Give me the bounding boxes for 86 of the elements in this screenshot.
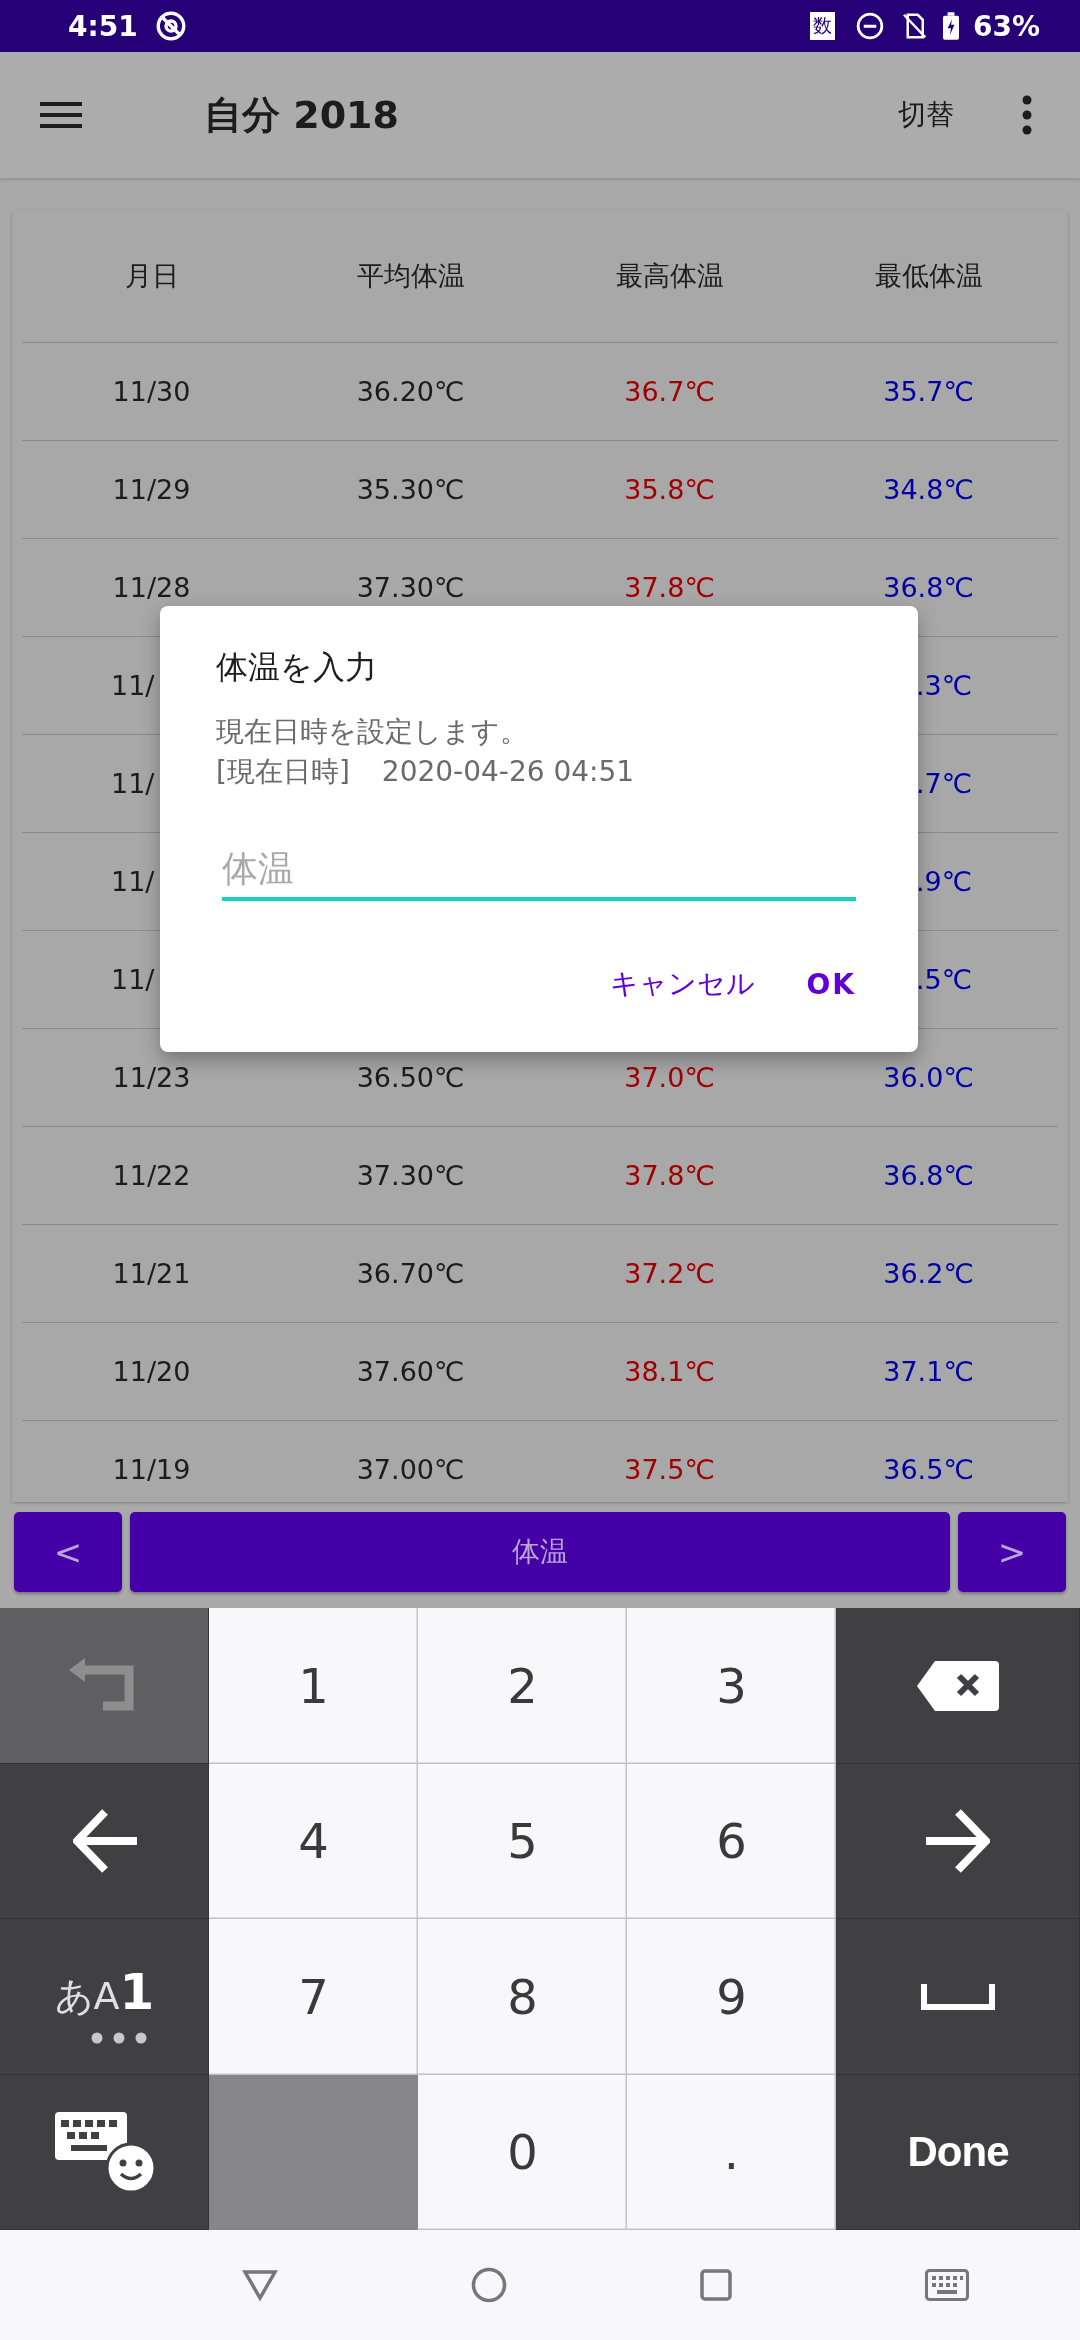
column-header: 月日 bbox=[123, 259, 180, 293]
table-cell: .5℃ bbox=[915, 964, 972, 995]
table-cell-text: 35.7℃ bbox=[882, 376, 975, 407]
ok-button[interactable]: OK bbox=[802, 959, 860, 1009]
table-cell-text: 37.1℃ bbox=[882, 1356, 975, 1387]
table-cell-text: 37.60℃ bbox=[355, 1356, 466, 1387]
keyboard-emoji-icon[interactable] bbox=[54, 2112, 155, 2193]
table-cell-text: 36.20℃ bbox=[355, 376, 466, 407]
dialog-message: 現在日時を設定します。 bbox=[216, 714, 529, 750]
switch-button[interactable]: 切替 bbox=[890, 88, 962, 142]
table-cell-text: 36.5℃ bbox=[882, 1454, 975, 1485]
app-title: 自分 2018 bbox=[204, 91, 399, 139]
table-cell: 11/ bbox=[111, 866, 155, 897]
digit-key[interactable]: 0 bbox=[487, 2120, 558, 2185]
digit-key[interactable]: 7 bbox=[278, 1964, 349, 2029]
table-cell: .3℃ bbox=[915, 670, 972, 701]
datetime-value: 2020-04-26 04:51 bbox=[381, 754, 635, 790]
input-mode-key[interactable]: あA1 bbox=[0, 1919, 209, 2075]
digit-key[interactable]: 6 bbox=[696, 1809, 767, 1874]
space-icon[interactable] bbox=[921, 1983, 995, 2010]
left-arrow-icon[interactable] bbox=[72, 1808, 137, 1875]
keyboard-icon[interactable] bbox=[924, 2269, 969, 2301]
table-cell-text: 11/30 bbox=[111, 376, 192, 407]
column-header: 最低体温 bbox=[873, 259, 984, 293]
table-cell: 11/ bbox=[111, 670, 155, 701]
more-options-icon[interactable] bbox=[1022, 95, 1032, 135]
digit-key[interactable]: . bbox=[703, 2120, 760, 2185]
table-cell-text: 37.2℃ bbox=[623, 1258, 716, 1289]
table-cell-text: 36.2℃ bbox=[882, 1258, 975, 1289]
done-key[interactable]: Done bbox=[836, 2074, 1080, 2230]
next-button[interactable]: > bbox=[958, 1512, 1066, 1592]
temperature-input[interactable]: 体温 bbox=[222, 842, 856, 901]
digit-key[interactable]: 4 bbox=[278, 1809, 349, 1874]
table-cell-text: 38.1℃ bbox=[623, 1356, 716, 1387]
table-cell-text: 37.8℃ bbox=[623, 1160, 716, 1191]
back-icon[interactable] bbox=[241, 2269, 278, 2301]
input-mode-badge: 数 bbox=[809, 12, 835, 40]
digit-key[interactable]: 1 bbox=[278, 1653, 349, 1718]
table-cell-text: 35.8℃ bbox=[623, 474, 716, 505]
dialog-title: 体温を入力 bbox=[216, 647, 378, 688]
metric-button[interactable]: 体温 bbox=[130, 1512, 950, 1592]
table-cell-text: 11/20 bbox=[111, 1356, 192, 1387]
table-cell-text: 36.8℃ bbox=[882, 1160, 975, 1191]
recents-icon[interactable] bbox=[699, 2269, 732, 2301]
column-header: 平均体温 bbox=[355, 259, 466, 293]
table-cell-text: 34.8℃ bbox=[882, 474, 975, 505]
table-cell-text: 35.30℃ bbox=[355, 474, 466, 505]
table-cell-text: 37.30℃ bbox=[355, 572, 466, 603]
table-cell-text: 11/21 bbox=[111, 1258, 192, 1289]
table-cell-text: 37.5℃ bbox=[623, 1454, 716, 1485]
dots-icon bbox=[90, 2032, 147, 2045]
table-cell-text: 37.30℃ bbox=[355, 1160, 466, 1191]
table-cell-text: 36.50℃ bbox=[355, 1062, 466, 1093]
datetime-label: [現在日時] bbox=[216, 754, 350, 790]
right-arrow-icon[interactable] bbox=[926, 1808, 990, 1875]
digit-key[interactable]: 5 bbox=[487, 1809, 558, 1874]
table-cell-text: 36.0℃ bbox=[882, 1062, 975, 1093]
column-header: 最高体温 bbox=[614, 259, 725, 293]
status-time: 4:51 bbox=[68, 9, 138, 43]
menu-icon[interactable] bbox=[40, 100, 82, 130]
table-cell-text: 37.0℃ bbox=[623, 1062, 716, 1093]
table-cell: 11/ bbox=[111, 964, 155, 995]
table-cell-text: 11/19 bbox=[111, 1454, 192, 1485]
table-cell-text: 37.00℃ bbox=[355, 1454, 466, 1485]
do-not-disturb-icon bbox=[854, 11, 885, 41]
backspace-icon[interactable] bbox=[917, 1660, 999, 1711]
table-cell: .9℃ bbox=[915, 866, 972, 897]
table-cell-text: 11/23 bbox=[111, 1062, 192, 1093]
table-cell-text: 36.7℃ bbox=[623, 376, 716, 407]
table-cell: .7℃ bbox=[915, 768, 972, 799]
battery-percent: 63% bbox=[972, 9, 1040, 43]
digit-key[interactable]: 8 bbox=[487, 1964, 558, 2029]
previous-button[interactable]: < bbox=[14, 1512, 122, 1592]
table-cell-text: 11/28 bbox=[111, 572, 192, 603]
digit-key[interactable]: 3 bbox=[696, 1653, 767, 1718]
table-cell-text: 37.8℃ bbox=[623, 572, 716, 603]
table-cell-text: 11/29 bbox=[111, 474, 192, 505]
table-cell-text: 11/22 bbox=[111, 1160, 192, 1191]
home-icon[interactable] bbox=[470, 2267, 507, 2303]
battery-icon bbox=[942, 11, 959, 41]
table-cell: 11/ bbox=[111, 768, 155, 799]
table-cell-text: 36.70℃ bbox=[355, 1258, 466, 1289]
table-cell-text: 36.8℃ bbox=[882, 572, 975, 603]
digit-key[interactable]: 2 bbox=[487, 1653, 558, 1718]
digit-key[interactable]: 9 bbox=[696, 1964, 767, 2029]
cancel-button[interactable]: キャンセル bbox=[605, 959, 759, 1009]
